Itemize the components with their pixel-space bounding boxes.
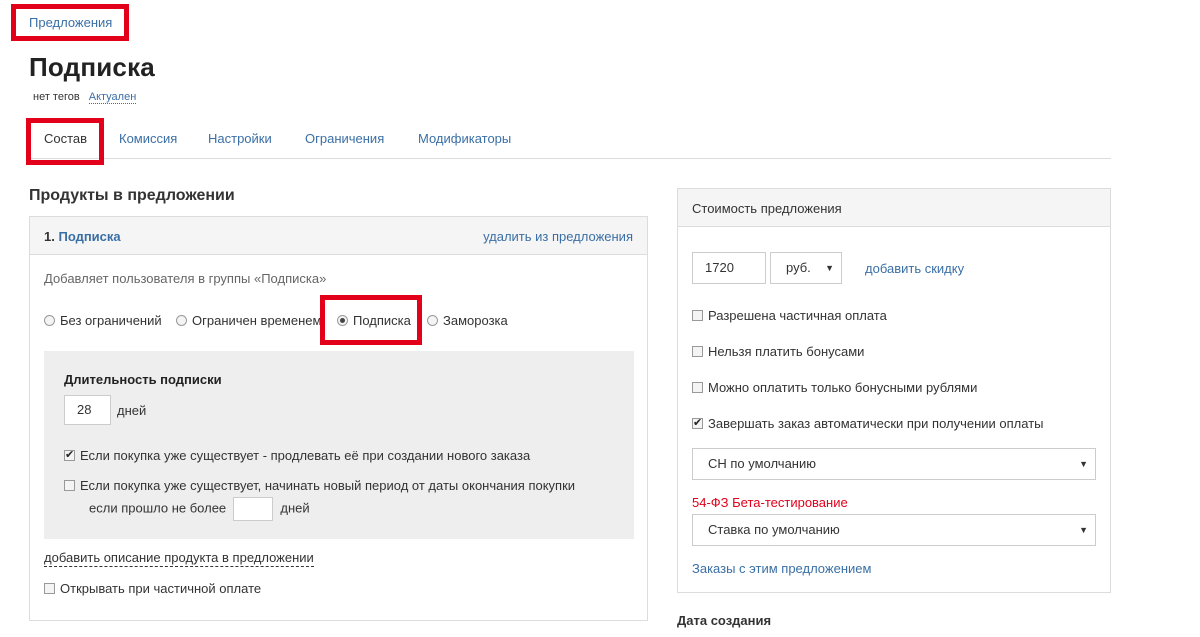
breadcrumb-link[interactable]: Предложения [29,15,112,30]
radio-no-limits[interactable]: Без ограничений [44,313,162,328]
cost-title: Стоимость предложения [692,201,842,216]
duration-unit: дней [117,403,147,418]
status-link[interactable]: Актуален [88,91,137,104]
checkbox[interactable] [692,310,703,321]
checkbox-label: Разрешена частичная оплата [708,308,887,323]
add-description-link[interactable]: добавить описание продукта в предложении [44,550,314,567]
auto-complete-checkbox[interactable]: Завершать заказ автоматически при получе… [692,416,1044,431]
open-on-partial-checkbox[interactable]: Открывать при частичной оплате [44,581,261,596]
checkbox-checked[interactable] [692,416,703,429]
tab-commission[interactable]: Комиссия [119,131,177,146]
checkbox[interactable] [692,346,703,357]
vat-rate-value: Ставка по умолчанию [708,522,840,537]
bonus-only-checkbox[interactable]: Можно оплатить только бонусными рублями [692,380,977,395]
radio-circle[interactable] [427,315,438,326]
tax-system-select[interactable]: СН по умолчанию ▼ [692,448,1096,480]
extend-purchase-checkbox[interactable]: Если покупка уже существует - продлевать… [64,448,530,463]
new-period-line2-prefix: если прошло не более [89,500,227,516]
page-title: Подписка [29,52,155,82]
tab-composition[interactable]: Состав [44,131,87,146]
no-tags-text: нет тегов [33,91,80,103]
tags-row: нет тегов Актуален [33,91,137,104]
new-period-checkbox[interactable]: Если покупка уже существует, начинать но… [64,478,575,521]
product-title: 1. Подписка [44,229,121,244]
cost-header: Стоимость предложения [678,189,1110,227]
duration-box: Длительность подписки 28 дней Если покуп… [44,351,634,539]
product-description: Добавляет пользователя в группы «Подписк… [44,271,327,286]
checkbox-label: Открывать при частичной оплате [60,581,262,596]
checkbox[interactable] [44,583,55,594]
remove-product-link[interactable]: удалить из предложения [483,229,633,244]
new-period-line1: Если покупка уже существует, начинать но… [80,478,576,493]
radio-time-limited[interactable]: Ограничен временем [176,313,323,328]
radio-freeze[interactable]: Заморозка [427,313,508,328]
radio-label: Ограничен временем [192,313,322,328]
tabs-divider [29,158,1111,159]
caret-down-icon: ▼ [825,263,834,273]
checkbox-label: Если покупка уже существует, начинать но… [80,478,575,521]
radio-label: Без ограничений [60,313,162,328]
product-name-link[interactable]: Подписка [58,229,120,244]
price-input[interactable]: 1720 [692,252,766,284]
created-date-label: Дата создания [677,613,772,628]
add-discount-link[interactable]: добавить скидку [865,261,964,276]
new-period-line2-suffix: дней [280,500,310,516]
checkbox-label: Завершать заказ автоматически при получе… [708,416,1044,431]
product-panel: 1. Подписка удалить из предложения Добав… [29,216,648,621]
product-header: 1. Подписка удалить из предложения [30,217,647,255]
caret-down-icon: ▼ [1079,525,1088,535]
fz54-label: 54-ФЗ Бета-тестирование [692,495,848,510]
radio-circle[interactable] [176,315,187,326]
vat-rate-select[interactable]: Ставка по умолчанию ▼ [692,514,1096,546]
checkbox-label: Можно оплатить только бонусными рублями [708,380,978,395]
radio-subscription[interactable]: Подписка [337,313,411,328]
tax-system-value: СН по умолчанию [708,456,816,471]
checkbox[interactable] [692,382,703,393]
checkbox-label: Нельзя платить бонусами [708,344,865,359]
caret-down-icon: ▼ [1079,459,1088,469]
currency-value: руб. [786,260,811,275]
duration-label: Длительность подписки [64,372,222,387]
cost-panel: Стоимость предложения 1720 руб. ▼ добави… [677,188,1111,593]
days-limit-input[interactable] [232,497,273,521]
radio-circle-selected[interactable] [337,315,348,326]
tab-modifiers[interactable]: Модификаторы [418,131,511,146]
radio-circle[interactable] [44,315,55,326]
currency-select[interactable]: руб. ▼ [770,252,842,284]
orders-with-offer-link[interactable]: Заказы с этим предложением [692,561,871,576]
radio-label: Заморозка [443,313,508,328]
no-bonus-checkbox[interactable]: Нельзя платить бонусами [692,344,864,359]
checkbox-checked[interactable] [64,448,75,461]
radio-label: Подписка [353,313,411,328]
product-number: 1. [44,229,55,244]
checkbox[interactable] [64,480,75,491]
tab-settings[interactable]: Настройки [208,131,272,146]
products-heading: Продукты в предложении [29,187,235,204]
partial-payment-checkbox[interactable]: Разрешена частичная оплата [692,308,887,323]
tab-restrictions[interactable]: Ограничения [305,131,384,146]
checkbox-label: Если покупка уже существует - продлевать… [80,448,531,463]
duration-input[interactable]: 28 [64,395,111,425]
